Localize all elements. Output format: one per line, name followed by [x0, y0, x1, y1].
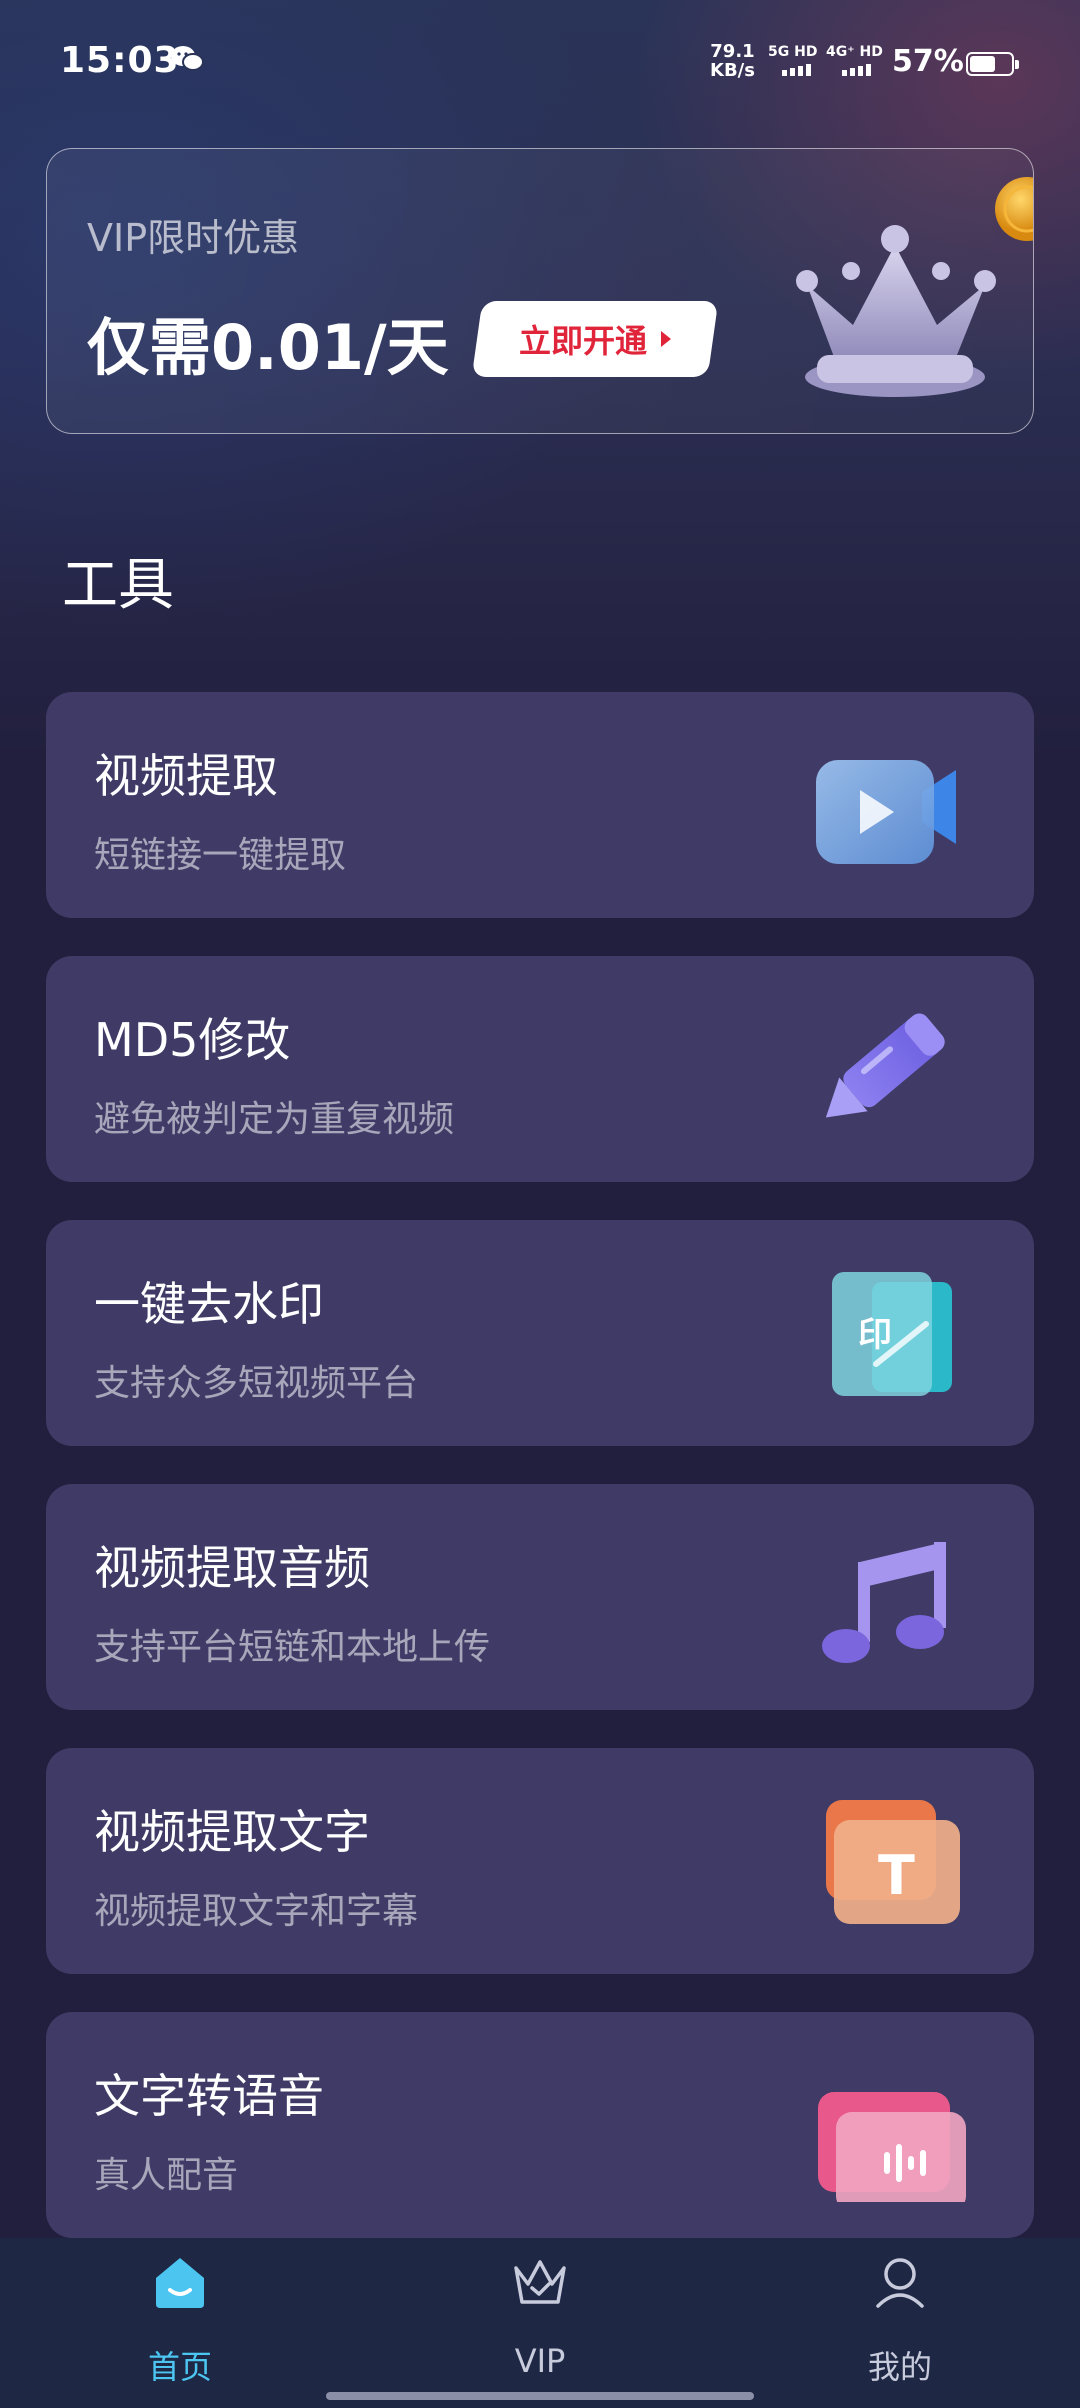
tool-title: 文字转语音 [94, 2069, 324, 2123]
tools-section-title: 工具 [62, 553, 174, 618]
video-camera-icon [816, 760, 956, 864]
text-t-icon: T [826, 1800, 960, 1924]
tab-mine[interactable]: 我的 [800, 2238, 1000, 2388]
sim1-label: 5G HD [768, 44, 818, 60]
vip-promo-subtitle: VIP限时优惠 [87, 216, 300, 260]
tool-card-extract-audio[interactable]: 视频提取音频 支持平台短链和本地上传 [46, 1484, 1034, 1710]
tab-vip[interactable]: VIP [440, 2238, 640, 2388]
voice-wave-icon [818, 2092, 966, 2202]
tool-card-remove-watermark[interactable]: 一键去水印 支持众多短视频平台 印 [46, 1220, 1034, 1446]
home-icon [156, 2258, 204, 2308]
tool-title: 视频提取音频 [94, 1541, 370, 1595]
activate-vip-label: 立即开通 [518, 322, 647, 360]
gesture-home-indicator[interactable] [326, 2392, 754, 2400]
tab-home[interactable]: 首页 [80, 2238, 280, 2388]
svg-text:T: T [878, 1844, 915, 1907]
tool-description: 真人配音 [94, 2155, 239, 2196]
tool-description: 避免被判定为重复视频 [94, 1099, 455, 1140]
tool-card-md5-modify[interactable]: MD5修改 避免被判定为重复视频 [46, 956, 1034, 1182]
tool-description: 支持众多短视频平台 [94, 1363, 419, 1404]
network-speed-unit: KB/s [710, 60, 755, 81]
sim2-label: 4G⁺ HD [826, 44, 883, 60]
activate-vip-button[interactable]: 立即开通 [471, 301, 719, 377]
tab-label: 我的 [867, 2348, 932, 2386]
music-note-icon [822, 1542, 946, 1663]
battery-icon [966, 52, 1019, 76]
stamp-icon: 印 [832, 1272, 952, 1396]
tool-title: 视频提取 [94, 749, 278, 803]
tool-title: 一键去水印 [94, 1277, 324, 1331]
bottom-tab-bar: 首页 VIP 我的 [0, 2238, 1080, 2408]
crown-icon [514, 2260, 566, 2304]
tool-description: 短链接一键提取 [94, 835, 347, 876]
tool-card-text-to-speech[interactable]: 文字转语音 真人配音 [46, 2012, 1034, 2238]
wechat-icon [171, 46, 204, 71]
tool-title: MD5修改 [94, 1013, 291, 1067]
status-bar: 15:03 79.1 KB/s 5G HD 4G⁺ HD 57% [0, 0, 1080, 130]
tool-title: 视频提取文字 [94, 1805, 370, 1859]
status-time: 15:03 [60, 40, 180, 81]
tab-label: 首页 [147, 2348, 212, 2386]
tool-card-extract-text[interactable]: 视频提取文字 视频提取文字和字幕 T [46, 1748, 1034, 1974]
tab-label: VIP [514, 2342, 566, 2380]
crown-icon [796, 225, 996, 397]
vip-promo-price: 仅需0.01/天 [87, 311, 449, 384]
tool-description: 支持平台短链和本地上传 [94, 1627, 491, 1668]
user-icon [876, 2258, 924, 2308]
tool-card-video-extract[interactable]: 视频提取 短链接一键提取 [46, 692, 1034, 918]
network-speed-value: 79.1 [710, 41, 755, 62]
vip-promo-banner[interactable]: VIP限时优惠 仅需0.01/天 立即开通 [46, 148, 1034, 434]
pen-icon [825, 1013, 945, 1118]
network-speed: 79.1 KB/s [710, 42, 755, 80]
battery-percent: 57% [892, 44, 964, 79]
tool-description: 视频提取文字和字幕 [94, 1891, 419, 1932]
caret-right-icon [661, 331, 671, 347]
svg-text:印: 印 [858, 1315, 892, 1355]
sim2-signal-icon [842, 64, 871, 76]
sim1-signal-icon [782, 64, 811, 76]
